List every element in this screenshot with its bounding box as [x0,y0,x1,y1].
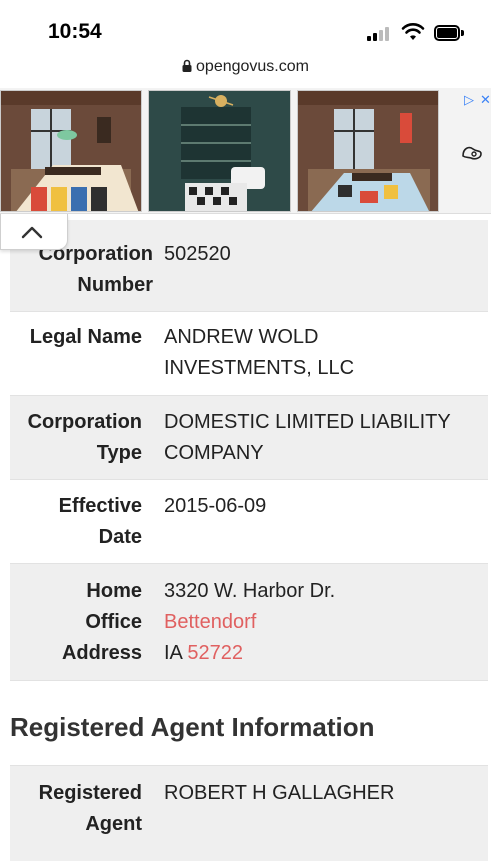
registered-agent-section-title: Registered Agent Information [10,712,375,742]
url-bar[interactable]: opengovus.com [0,58,491,86]
label-line: Type [96,442,142,464]
value-line: DOMESTIC LIMITED LIABILITY [164,411,451,433]
ad-choices-icon[interactable]: ▷ [464,92,474,108]
ad-brand-logo-icon[interactable] [460,144,484,162]
home-office-address-label: Home Office Address [62,576,142,669]
ad-image-2[interactable] [148,90,291,212]
address-street: 3320 W. Harbor Dr. [164,580,336,602]
effective-date-label: Effective Date [59,491,142,553]
chevron-up-icon [21,226,43,239]
legal-name-label-text: Legal Name [29,326,142,348]
value-line: COMPANY [164,442,264,464]
label-line: Effective [58,495,142,517]
label-line: Address [61,642,142,664]
address-city-link[interactable]: Bettendorf [164,611,256,633]
ad-image-1[interactable] [0,90,142,212]
signal-icon [367,26,391,41]
value-line: INVESTMENTS, LLC [164,357,355,379]
registered-agent-value: ROBERT H GALLAGHER [164,782,395,804]
home-office-address-value: 3320 W. Harbor Dr. Bettendorf IA 52722 [164,576,335,669]
value-line: ANDREW WOLD [164,326,319,348]
label-line: Office [85,611,142,633]
status-time: 10:54 [48,20,102,43]
ad-banner[interactable]: ▷ ✕ [0,88,491,214]
ad-image-3[interactable] [297,90,439,212]
details-text-layer: Legal Name ANDREW WOLD INVESTMENTS, LLC … [10,220,488,680]
effective-date-value: 2015-06-09 [164,495,267,517]
corporation-type-value: DOMESTIC LIMITED LIABILITY COMPANY [164,407,451,469]
label-line: Corporation [27,411,142,433]
label-line: Home [86,580,142,602]
collapse-ad-button[interactable] [0,214,68,250]
registered-agent-label: Registered Agent [39,778,142,840]
label-line: Agent [85,813,142,835]
corporation-type-label: Corporation Type [28,407,142,469]
row-registered-agent: Registered Agent ROBERT H GALLAGHER [10,765,488,861]
close-icon[interactable]: ✕ [480,92,491,108]
lock-icon [182,59,192,72]
legal-name-value: ANDREW WOLD INVESTMENTS, LLC [164,322,354,384]
battery-icon [434,25,464,41]
label-line: Date [98,526,142,548]
url-text: opengovus.com [196,58,309,75]
label-line: Registered [38,782,142,804]
status-bar: 10:54 [0,0,491,58]
address-zip-link[interactable]: 52722 [187,642,243,664]
address-state: IA [164,642,182,664]
wifi-icon [401,23,425,40]
